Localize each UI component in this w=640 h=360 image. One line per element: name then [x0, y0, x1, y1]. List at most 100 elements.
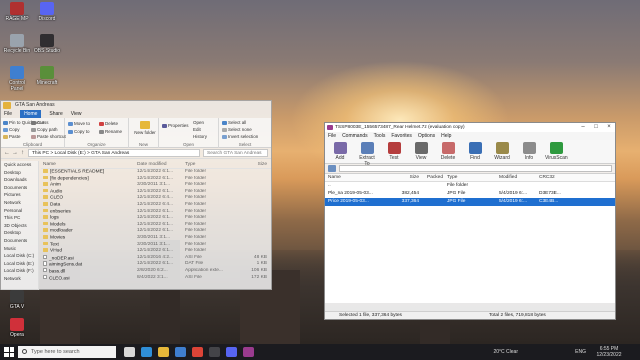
taskbar-search-input[interactable]: Type here to search: [18, 346, 116, 358]
menu-file[interactable]: File: [328, 132, 336, 140]
file-row[interactable]: logs 12/14/2022 6:1... File folder: [41, 215, 271, 222]
nav-item[interactable]: Desktop: [1, 169, 38, 177]
back-arrow-icon[interactable]: ←: [4, 150, 10, 156]
file-row[interactable]: Anim 3/30/2011 3:1... File folder: [41, 182, 271, 189]
forward-arrow-icon[interactable]: →: [12, 150, 18, 156]
nav-item[interactable]: 3D Objects: [1, 222, 38, 230]
new-folder-button[interactable]: New folder: [133, 121, 157, 135]
cut-button[interactable]: Cut: [31, 120, 44, 125]
nav-item[interactable]: Documents: [1, 184, 38, 192]
nav-item[interactable]: Pictures: [1, 191, 38, 199]
file-row[interactable]: CLEO.asi 8/4/2022 3:1... ASI File 172 KB: [41, 274, 271, 282]
desktop-icon-recycle-bin[interactable]: Recycle Bin: [2, 34, 32, 54]
file-row[interactable]: Models 12/14/2022 6:1... File folder: [41, 221, 271, 229]
tab-file[interactable]: File: [4, 110, 12, 118]
desktop-icon-control-panel[interactable]: Control Panel: [2, 66, 32, 92]
search-input[interactable]: Search GTA San Andreas: [203, 149, 268, 157]
archive-row[interactable]: Price 2019-05-03... 337,364 JPG File 5/4/20…: [325, 198, 615, 206]
add-button[interactable]: Add: [329, 140, 351, 163]
minimize-icon[interactable]: –: [577, 123, 589, 132]
clock[interactable]: 6:55 PM 12/23/2022: [592, 346, 626, 358]
desktop-icon-gta-v[interactable]: GTA V: [2, 290, 32, 310]
file-row[interactable]: VHud 12/14/2022 6:1... File folder: [41, 248, 271, 255]
nav-item[interactable]: Local Disk (E:): [1, 260, 38, 268]
copy-to-button[interactable]: Copy to: [68, 129, 90, 134]
paste-shortcut-button[interactable]: Paste shortcut: [31, 134, 66, 139]
file-row[interactable]: Audio 12/14/2022 6:1... File folder: [41, 188, 271, 196]
up-arrow-icon[interactable]: ↑: [20, 150, 25, 156]
column-packed[interactable]: Packed: [421, 174, 445, 181]
file-row[interactable]: _noDEP.asi 12/14/2016 4:2... ASI File 48 KB: [41, 254, 271, 262]
archive-row[interactable]: .. File folder: [325, 182, 615, 190]
column-type[interactable]: Type: [185, 161, 237, 168]
column-date[interactable]: Date modified: [137, 161, 185, 168]
history-button[interactable]: History: [193, 134, 207, 139]
address-bar[interactable]: This PC > Local Disk (E:) > GTA San Andr…: [28, 149, 200, 157]
nav-item[interactable]: Personal: [1, 207, 38, 215]
extract-to-button[interactable]: Extract To: [356, 140, 378, 167]
info-button[interactable]: Info: [518, 140, 540, 163]
file-row[interactable]: [ESSENTIALS README] 12/14/2022 6:1... File…: [41, 169, 271, 176]
task-view-icon[interactable]: [124, 347, 135, 357]
mail-icon[interactable]: [175, 347, 186, 357]
menu-options[interactable]: Options: [418, 132, 435, 140]
edit-button[interactable]: Edit: [193, 127, 201, 132]
nav-item[interactable]: Music: [1, 245, 38, 253]
menu-help[interactable]: Help: [441, 132, 451, 140]
nav-item[interactable]: Quick access: [1, 161, 38, 169]
find-button[interactable]: Find: [464, 140, 486, 163]
desktop-icon-opera[interactable]: Opera: [2, 318, 32, 338]
nav-item[interactable]: This PC: [1, 214, 38, 222]
archive-path-box[interactable]: [339, 165, 612, 172]
virusscan-button[interactable]: VirusScan: [545, 140, 568, 163]
archive-row[interactable]: Ple_na 2019-05-03... 382,454 JPG File 5/4/2…: [325, 190, 615, 198]
tab-view[interactable]: View: [71, 110, 82, 118]
nav-item[interactable]: Desktop: [1, 229, 38, 237]
file-row[interactable]: Text 3/30/2011 3:1... File folder: [41, 241, 271, 249]
wizard-button[interactable]: Wizard: [491, 140, 513, 163]
winrar-icon[interactable]: [243, 347, 254, 357]
file-row[interactable]: modloader 12/14/2022 6:1... File folder: [41, 228, 271, 235]
column-size[interactable]: Size: [237, 161, 267, 168]
language-indicator[interactable]: ENG: [575, 349, 586, 355]
menu-favorites[interactable]: Favorites: [391, 132, 412, 140]
desktop-icon-obs-studio[interactable]: OBS Studio: [32, 34, 62, 54]
file-row[interactable]: [fix dependencies] 12/14/2022 6:1... File …: [41, 175, 271, 183]
file-row[interactable]: Movies 3/30/2011 3:1... File folder: [41, 234, 271, 242]
nav-item[interactable]: Documents: [1, 237, 38, 245]
column-crc32[interactable]: CRC32: [537, 174, 577, 181]
chrome-icon[interactable]: [192, 347, 203, 357]
maximize-icon[interactable]: □: [590, 123, 602, 132]
desktop-icon-discord[interactable]: Discord: [32, 2, 62, 22]
obs-icon[interactable]: [209, 347, 220, 357]
desktop-icon-rage-mp[interactable]: RAGE MP: [2, 2, 32, 22]
delete-button[interactable]: Delete: [99, 121, 118, 126]
copy-button[interactable]: Copy: [3, 127, 20, 132]
test-button[interactable]: Test: [383, 140, 405, 163]
discord-icon[interactable]: [226, 347, 237, 357]
file-row[interactable]: bass.dll 2/8/2020 6:2... Application exte.…: [41, 267, 271, 275]
column-name[interactable]: Name: [41, 161, 137, 168]
nav-item[interactable]: Downloads: [1, 176, 38, 184]
tab-home[interactable]: Home: [20, 110, 42, 118]
file-explorer-icon[interactable]: [158, 347, 169, 357]
paste-button[interactable]: Paste: [3, 134, 21, 139]
file-row[interactable]: CLEO 12/14/2022 6:4... File folder: [41, 195, 271, 202]
desktop-icon-minecraft[interactable]: Minecraft: [32, 66, 62, 86]
nav-item[interactable]: Network: [1, 199, 38, 207]
properties-button[interactable]: Properties: [162, 123, 189, 128]
nav-item[interactable]: Local Disk (C:): [1, 252, 38, 260]
edge-icon[interactable]: [141, 347, 152, 357]
delete-button[interactable]: Delete: [437, 140, 459, 163]
file-row[interactable]: aimingSens.dat 12/14/2022 6:1... DAT File 1…: [41, 261, 271, 268]
rename-button[interactable]: Rename: [99, 129, 122, 134]
close-icon[interactable]: ×: [603, 123, 615, 132]
nav-item[interactable]: Network: [1, 275, 38, 283]
select-all-button[interactable]: Select all: [222, 120, 246, 125]
column-size[interactable]: Size: [395, 174, 421, 181]
open-button[interactable]: Open: [193, 120, 204, 125]
column-type[interactable]: Type: [445, 174, 497, 181]
column-modified[interactable]: Modified: [497, 174, 537, 181]
nav-item[interactable]: Local Disk (F:): [1, 267, 38, 275]
column-name[interactable]: Name: [325, 174, 395, 181]
